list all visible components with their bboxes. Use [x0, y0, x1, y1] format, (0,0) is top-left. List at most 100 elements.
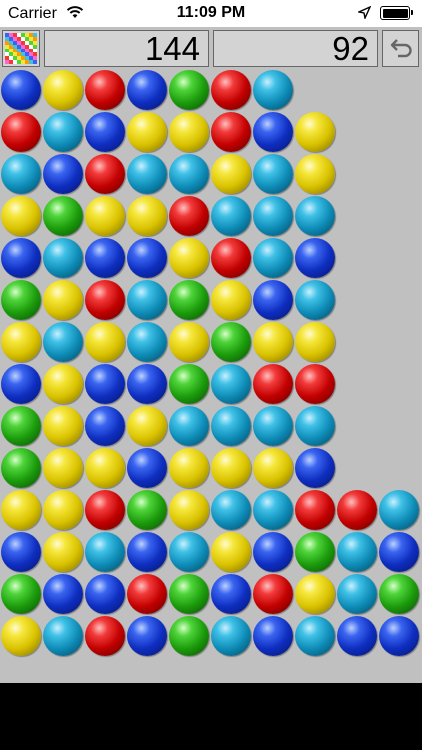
- yellow-ball[interactable]: [169, 322, 209, 362]
- blue-ball[interactable]: [43, 574, 83, 614]
- teal-ball[interactable]: [211, 616, 251, 656]
- red-ball[interactable]: [295, 490, 335, 530]
- yellow-ball[interactable]: [85, 322, 125, 362]
- blue-ball[interactable]: [85, 574, 125, 614]
- teal-ball[interactable]: [43, 322, 83, 362]
- blue-ball[interactable]: [211, 574, 251, 614]
- teal-ball[interactable]: [253, 238, 293, 278]
- yellow-ball[interactable]: [85, 196, 125, 236]
- teal-ball[interactable]: [379, 490, 419, 530]
- teal-ball[interactable]: [127, 280, 167, 320]
- red-ball[interactable]: [211, 112, 251, 152]
- teal-ball[interactable]: [253, 406, 293, 446]
- red-ball[interactable]: [85, 490, 125, 530]
- yellow-ball[interactable]: [1, 196, 41, 236]
- blue-ball[interactable]: [127, 364, 167, 404]
- blue-ball[interactable]: [379, 532, 419, 572]
- teal-ball[interactable]: [211, 364, 251, 404]
- teal-ball[interactable]: [211, 196, 251, 236]
- green-ball[interactable]: [1, 574, 41, 614]
- teal-ball[interactable]: [169, 406, 209, 446]
- red-ball[interactable]: [85, 154, 125, 194]
- teal-ball[interactable]: [43, 616, 83, 656]
- yellow-ball[interactable]: [169, 448, 209, 488]
- teal-ball[interactable]: [295, 196, 335, 236]
- red-ball[interactable]: [85, 70, 125, 110]
- red-ball[interactable]: [85, 280, 125, 320]
- blue-ball[interactable]: [43, 154, 83, 194]
- teal-ball[interactable]: [85, 532, 125, 572]
- green-ball[interactable]: [169, 70, 209, 110]
- blue-ball[interactable]: [85, 238, 125, 278]
- teal-ball[interactable]: [211, 406, 251, 446]
- green-ball[interactable]: [1, 448, 41, 488]
- yellow-ball[interactable]: [169, 112, 209, 152]
- teal-ball[interactable]: [337, 574, 377, 614]
- yellow-ball[interactable]: [211, 280, 251, 320]
- green-ball[interactable]: [169, 364, 209, 404]
- teal-ball[interactable]: [295, 616, 335, 656]
- blue-ball[interactable]: [1, 532, 41, 572]
- green-ball[interactable]: [169, 574, 209, 614]
- green-ball[interactable]: [1, 280, 41, 320]
- yellow-ball[interactable]: [127, 406, 167, 446]
- teal-ball[interactable]: [127, 154, 167, 194]
- yellow-ball[interactable]: [127, 112, 167, 152]
- yellow-ball[interactable]: [43, 490, 83, 530]
- teal-ball[interactable]: [211, 490, 251, 530]
- yellow-ball[interactable]: [253, 322, 293, 362]
- blue-ball[interactable]: [1, 238, 41, 278]
- red-ball[interactable]: [1, 112, 41, 152]
- red-ball[interactable]: [211, 70, 251, 110]
- blue-ball[interactable]: [295, 448, 335, 488]
- teal-ball[interactable]: [295, 280, 335, 320]
- green-ball[interactable]: [295, 532, 335, 572]
- yellow-ball[interactable]: [253, 448, 293, 488]
- yellow-ball[interactable]: [127, 196, 167, 236]
- red-ball[interactable]: [127, 574, 167, 614]
- yellow-ball[interactable]: [1, 490, 41, 530]
- green-ball[interactable]: [1, 406, 41, 446]
- teal-ball[interactable]: [253, 154, 293, 194]
- red-ball[interactable]: [211, 238, 251, 278]
- yellow-ball[interactable]: [1, 616, 41, 656]
- teal-ball[interactable]: [43, 238, 83, 278]
- yellow-ball[interactable]: [1, 322, 41, 362]
- green-ball[interactable]: [169, 280, 209, 320]
- blue-ball[interactable]: [295, 238, 335, 278]
- yellow-ball[interactable]: [211, 154, 251, 194]
- teal-ball[interactable]: [169, 532, 209, 572]
- yellow-ball[interactable]: [43, 532, 83, 572]
- green-ball[interactable]: [169, 616, 209, 656]
- red-ball[interactable]: [85, 616, 125, 656]
- red-ball[interactable]: [253, 574, 293, 614]
- yellow-ball[interactable]: [169, 490, 209, 530]
- red-ball[interactable]: [295, 364, 335, 404]
- yellow-ball[interactable]: [43, 280, 83, 320]
- teal-ball[interactable]: [169, 154, 209, 194]
- red-ball[interactable]: [253, 364, 293, 404]
- teal-ball[interactable]: [253, 490, 293, 530]
- teal-ball[interactable]: [43, 112, 83, 152]
- green-ball[interactable]: [379, 574, 419, 614]
- blue-ball[interactable]: [85, 112, 125, 152]
- yellow-ball[interactable]: [211, 532, 251, 572]
- color-palette-button[interactable]: [2, 30, 40, 67]
- blue-ball[interactable]: [85, 364, 125, 404]
- blue-ball[interactable]: [379, 616, 419, 656]
- blue-ball[interactable]: [253, 532, 293, 572]
- yellow-ball[interactable]: [211, 448, 251, 488]
- teal-ball[interactable]: [295, 406, 335, 446]
- yellow-ball[interactable]: [169, 238, 209, 278]
- blue-ball[interactable]: [127, 532, 167, 572]
- yellow-ball[interactable]: [295, 112, 335, 152]
- blue-ball[interactable]: [253, 280, 293, 320]
- yellow-ball[interactable]: [295, 154, 335, 194]
- yellow-ball[interactable]: [43, 364, 83, 404]
- yellow-ball[interactable]: [295, 322, 335, 362]
- teal-ball[interactable]: [253, 196, 293, 236]
- green-ball[interactable]: [127, 490, 167, 530]
- red-ball[interactable]: [337, 490, 377, 530]
- red-ball[interactable]: [169, 196, 209, 236]
- teal-ball[interactable]: [1, 154, 41, 194]
